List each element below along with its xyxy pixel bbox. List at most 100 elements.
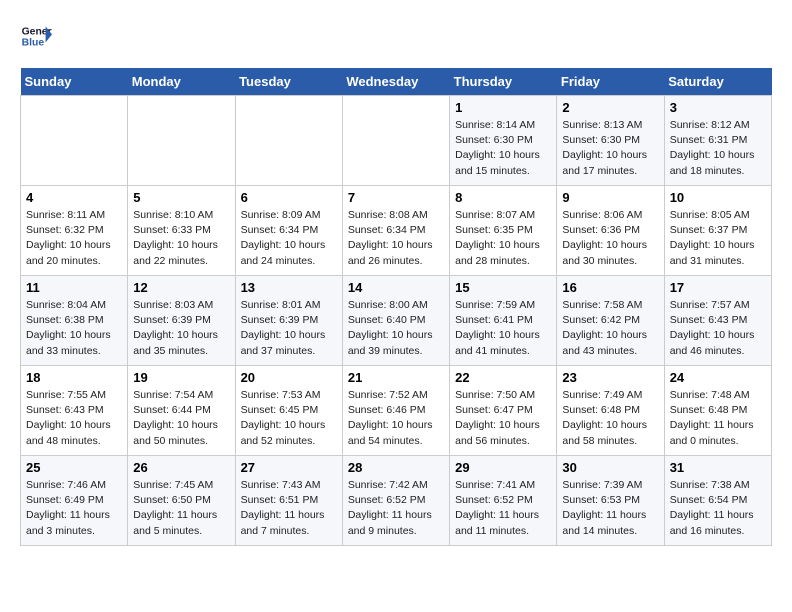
calendar-cell: 18 Sunrise: 7:55 AM Sunset: 6:43 PM Dayli…: [21, 366, 128, 456]
calendar-table: SundayMondayTuesdayWednesdayThursdayFrid…: [20, 68, 772, 546]
cell-info: Sunrise: 8:01 AM Sunset: 6:39 PM Dayligh…: [241, 298, 337, 359]
weekday-header-friday: Friday: [557, 68, 664, 96]
cell-info: Sunrise: 8:11 AM Sunset: 6:32 PM Dayligh…: [26, 208, 122, 269]
day-number: 9: [562, 190, 658, 205]
cell-info: Sunrise: 7:43 AM Sunset: 6:51 PM Dayligh…: [241, 478, 337, 539]
calendar-cell: 6 Sunrise: 8:09 AM Sunset: 6:34 PM Daylig…: [235, 186, 342, 276]
cell-info: Sunrise: 7:53 AM Sunset: 6:45 PM Dayligh…: [241, 388, 337, 449]
cell-info: Sunrise: 8:09 AM Sunset: 6:34 PM Dayligh…: [241, 208, 337, 269]
calendar-cell: 27Sunrise: 7:43 AM Sunset: 6:51 PM Dayli…: [235, 456, 342, 546]
day-number: 26: [133, 460, 229, 475]
calendar-cell: 24Sunrise: 7:48 AM Sunset: 6:48 PM Dayli…: [664, 366, 771, 456]
cell-info: Sunrise: 7:38 AM Sunset: 6:54 PM Dayligh…: [670, 478, 766, 539]
calendar-cell: 19 Sunrise: 7:54 AM Sunset: 6:44 PM Dayli…: [128, 366, 235, 456]
day-number: 22: [455, 370, 551, 385]
calendar-cell: 29Sunrise: 7:41 AM Sunset: 6:52 PM Dayli…: [450, 456, 557, 546]
calendar-cell: 12 Sunrise: 8:03 AM Sunset: 6:39 PM Dayli…: [128, 276, 235, 366]
day-number: 31: [670, 460, 766, 475]
cell-info: Sunrise: 7:39 AM Sunset: 6:53 PM Dayligh…: [562, 478, 658, 539]
calendar-cell: 20 Sunrise: 7:53 AM Sunset: 6:45 PM Dayli…: [235, 366, 342, 456]
calendar-cell: 16 Sunrise: 7:58 AM Sunset: 6:42 PM Dayli…: [557, 276, 664, 366]
calendar-cell: 26Sunrise: 7:45 AM Sunset: 6:50 PM Dayli…: [128, 456, 235, 546]
day-number: 23: [562, 370, 658, 385]
calendar-cell: 9 Sunrise: 8:06 AM Sunset: 6:36 PM Daylig…: [557, 186, 664, 276]
day-number: 3: [670, 100, 766, 115]
cell-info: Sunrise: 8:14 AM Sunset: 6:30 PM Dayligh…: [455, 118, 551, 179]
cell-info: Sunrise: 8:07 AM Sunset: 6:35 PM Dayligh…: [455, 208, 551, 269]
calendar-cell: [235, 96, 342, 186]
day-number: 8: [455, 190, 551, 205]
cell-info: Sunrise: 7:42 AM Sunset: 6:52 PM Dayligh…: [348, 478, 444, 539]
cell-info: Sunrise: 8:04 AM Sunset: 6:38 PM Dayligh…: [26, 298, 122, 359]
svg-text:Blue: Blue: [22, 38, 45, 49]
calendar-cell: 25 Sunrise: 7:46 AM Sunset: 6:49 PM Dayli…: [21, 456, 128, 546]
calendar-cell: 22 Sunrise: 7:50 AM Sunset: 6:47 PM Dayli…: [450, 366, 557, 456]
cell-info: Sunrise: 7:50 AM Sunset: 6:47 PM Dayligh…: [455, 388, 551, 449]
calendar-cell: 15 Sunrise: 7:59 AM Sunset: 6:41 PM Dayli…: [450, 276, 557, 366]
cell-info: Sunrise: 7:57 AM Sunset: 6:43 PM Dayligh…: [670, 298, 766, 359]
calendar-cell: 11 Sunrise: 8:04 AM Sunset: 6:38 PM Dayli…: [21, 276, 128, 366]
day-number: 16: [562, 280, 658, 295]
calendar-cell: [342, 96, 449, 186]
weekday-header-tuesday: Tuesday: [235, 68, 342, 96]
cell-info: Sunrise: 8:13 AM Sunset: 6:30 PM Dayligh…: [562, 118, 658, 179]
weekday-header-thursday: Thursday: [450, 68, 557, 96]
calendar-cell: 5Sunrise: 8:10 AM Sunset: 6:33 PM Daylig…: [128, 186, 235, 276]
day-number: 5: [133, 190, 229, 205]
calendar-week-4: 18 Sunrise: 7:55 AM Sunset: 6:43 PM Dayli…: [21, 366, 772, 456]
calendar-cell: [128, 96, 235, 186]
calendar-cell: 31 Sunrise: 7:38 AM Sunset: 6:54 PM Dayli…: [664, 456, 771, 546]
logo-icon: General Blue: [20, 20, 52, 52]
weekday-header-sunday: Sunday: [21, 68, 128, 96]
calendar-cell: 2 Sunrise: 8:13 AM Sunset: 6:30 PM Daylig…: [557, 96, 664, 186]
calendar-header: SundayMondayTuesdayWednesdayThursdayFrid…: [21, 68, 772, 96]
calendar-week-3: 11 Sunrise: 8:04 AM Sunset: 6:38 PM Dayli…: [21, 276, 772, 366]
calendar-week-2: 4 Sunrise: 8:11 AM Sunset: 6:32 PM Daylig…: [21, 186, 772, 276]
cell-info: Sunrise: 7:54 AM Sunset: 6:44 PM Dayligh…: [133, 388, 229, 449]
calendar-cell: 3Sunrise: 8:12 AM Sunset: 6:31 PM Daylig…: [664, 96, 771, 186]
day-number: 4: [26, 190, 122, 205]
day-number: 19: [133, 370, 229, 385]
day-number: 18: [26, 370, 122, 385]
calendar-cell: 23Sunrise: 7:49 AM Sunset: 6:48 PM Dayli…: [557, 366, 664, 456]
calendar-cell: 8 Sunrise: 8:07 AM Sunset: 6:35 PM Daylig…: [450, 186, 557, 276]
day-number: 21: [348, 370, 444, 385]
day-number: 24: [670, 370, 766, 385]
day-number: 28: [348, 460, 444, 475]
day-number: 6: [241, 190, 337, 205]
cell-info: Sunrise: 7:58 AM Sunset: 6:42 PM Dayligh…: [562, 298, 658, 359]
calendar-cell: 21 Sunrise: 7:52 AM Sunset: 6:46 PM Dayli…: [342, 366, 449, 456]
weekday-header-wednesday: Wednesday: [342, 68, 449, 96]
day-number: 13: [241, 280, 337, 295]
cell-info: Sunrise: 8:05 AM Sunset: 6:37 PM Dayligh…: [670, 208, 766, 269]
day-number: 25: [26, 460, 122, 475]
cell-info: Sunrise: 8:08 AM Sunset: 6:34 PM Dayligh…: [348, 208, 444, 269]
calendar-cell: 28 Sunrise: 7:42 AM Sunset: 6:52 PM Dayli…: [342, 456, 449, 546]
cell-info: Sunrise: 7:55 AM Sunset: 6:43 PM Dayligh…: [26, 388, 122, 449]
calendar-cell: 30Sunrise: 7:39 AM Sunset: 6:53 PM Dayli…: [557, 456, 664, 546]
cell-info: Sunrise: 7:59 AM Sunset: 6:41 PM Dayligh…: [455, 298, 551, 359]
calendar-cell: [21, 96, 128, 186]
day-number: 7: [348, 190, 444, 205]
logo: General Blue: [20, 20, 52, 52]
day-number: 2: [562, 100, 658, 115]
cell-info: Sunrise: 8:03 AM Sunset: 6:39 PM Dayligh…: [133, 298, 229, 359]
calendar-week-5: 25 Sunrise: 7:46 AM Sunset: 6:49 PM Dayli…: [21, 456, 772, 546]
day-number: 20: [241, 370, 337, 385]
calendar-week-1: 1 Sunrise: 8:14 AM Sunset: 6:30 PM Daylig…: [21, 96, 772, 186]
day-number: 14: [348, 280, 444, 295]
cell-info: Sunrise: 8:00 AM Sunset: 6:40 PM Dayligh…: [348, 298, 444, 359]
page-header: General Blue: [20, 20, 772, 52]
day-number: 12: [133, 280, 229, 295]
cell-info: Sunrise: 7:46 AM Sunset: 6:49 PM Dayligh…: [26, 478, 122, 539]
cell-info: Sunrise: 7:41 AM Sunset: 6:52 PM Dayligh…: [455, 478, 551, 539]
cell-info: Sunrise: 7:52 AM Sunset: 6:46 PM Dayligh…: [348, 388, 444, 449]
calendar-cell: 1 Sunrise: 8:14 AM Sunset: 6:30 PM Daylig…: [450, 96, 557, 186]
day-number: 15: [455, 280, 551, 295]
calendar-cell: 13 Sunrise: 8:01 AM Sunset: 6:39 PM Dayli…: [235, 276, 342, 366]
cell-info: Sunrise: 8:06 AM Sunset: 6:36 PM Dayligh…: [562, 208, 658, 269]
day-number: 1: [455, 100, 551, 115]
weekday-header-saturday: Saturday: [664, 68, 771, 96]
day-number: 11: [26, 280, 122, 295]
calendar-cell: 4 Sunrise: 8:11 AM Sunset: 6:32 PM Daylig…: [21, 186, 128, 276]
